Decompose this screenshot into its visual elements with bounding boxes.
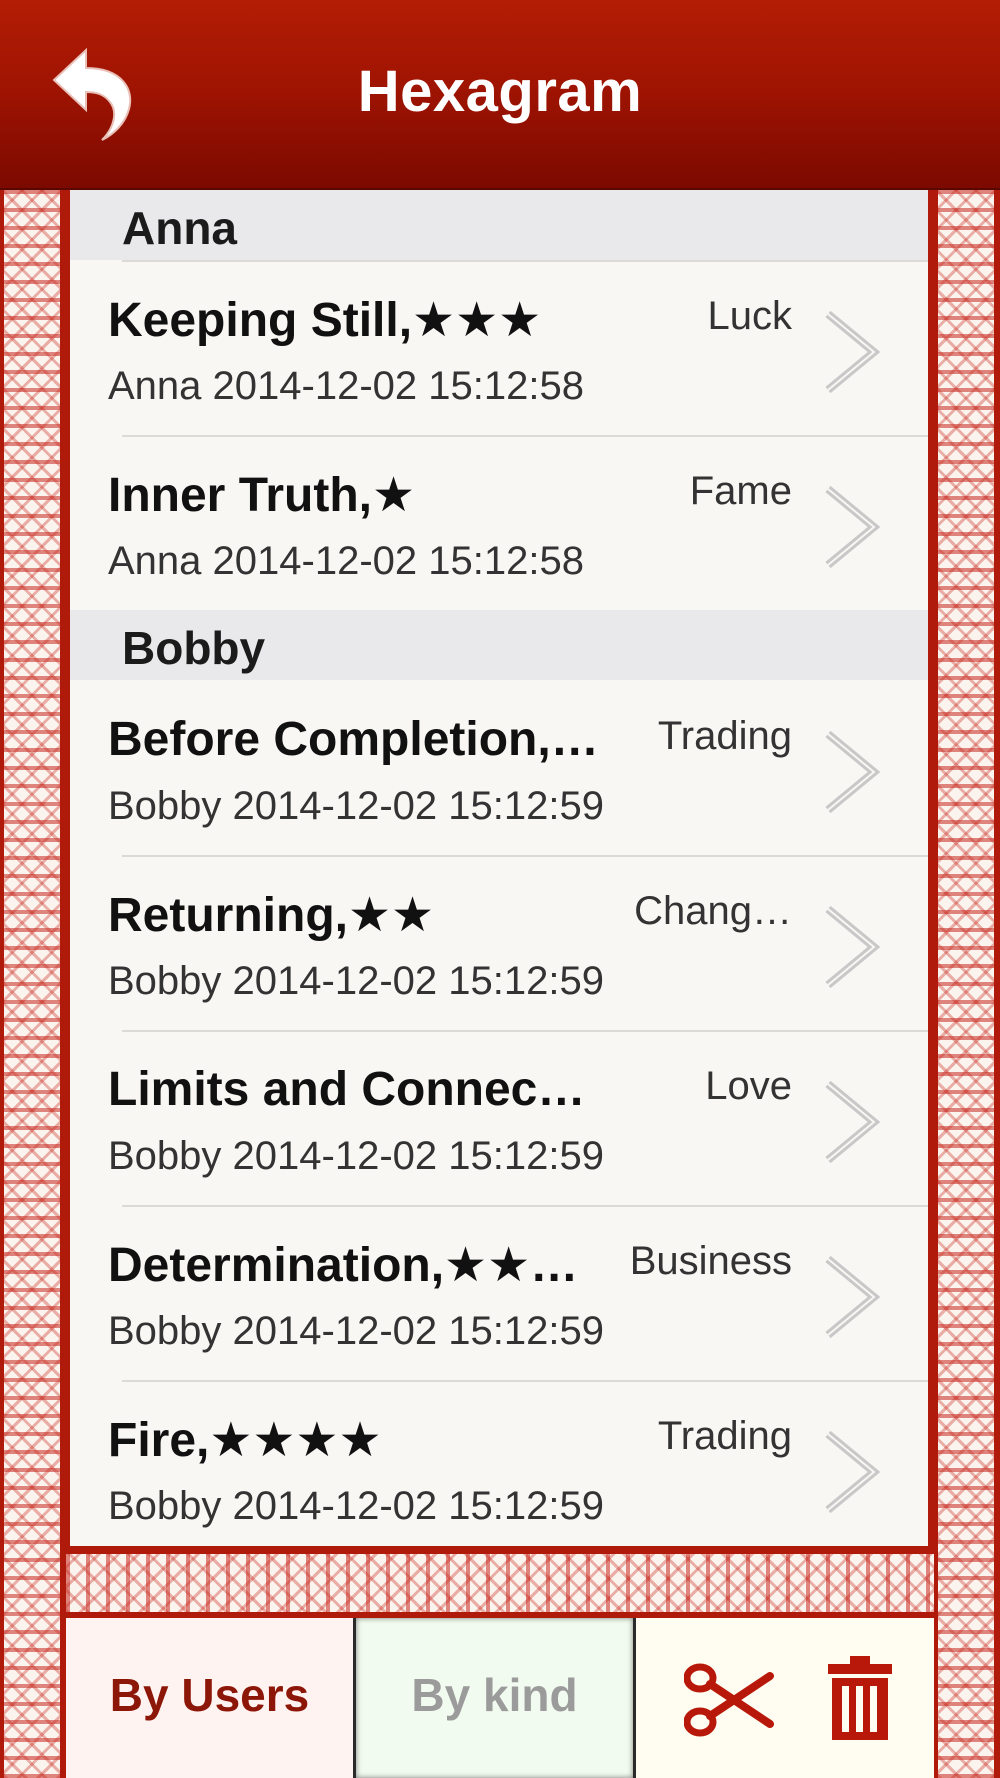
item-kind: Trading [657,714,792,758]
item-subtitle: Anna 2014-12-02 15:12:58 [108,539,584,583]
section-title: Bobby [122,622,266,674]
list-item[interactable]: Inner Truth,★ Anna 2014-12-02 15:12:58 F… [70,435,928,610]
chevron-right-icon [825,485,880,569]
section-header-anna: Anna [70,190,928,260]
chevron-right-icon [825,905,880,989]
chevron-right-icon [825,1255,880,1339]
item-title: Determination,★★… [108,1239,579,1292]
section-title: Anna [122,202,237,254]
action-buttons [636,1618,934,1778]
item-title: Returning,★★ [108,889,435,942]
item-subtitle: Bobby 2014-12-02 15:12:59 [108,959,604,1003]
bottom-toolbar: By Users By kind [66,1618,934,1778]
chevron-right-icon [825,1080,880,1164]
navigation-bar: Hexagram [0,0,1000,190]
section-header-bobby: Bobby [70,610,928,680]
list-item[interactable]: Fire,★★★★ Bobby 2014-12-02 15:12:59 Trad… [70,1380,928,1546]
by-users-label: By Users [109,1669,310,1721]
item-kind: Luck [707,294,793,338]
decorative-border-left [0,190,66,1778]
trash-icon[interactable] [826,1654,894,1742]
item-title: Inner Truth,★ [108,469,416,522]
item-subtitle: Bobby 2014-12-02 15:12:59 [108,1484,604,1528]
chevron-right-icon [825,730,880,814]
scissors-icon[interactable] [684,1662,774,1738]
item-kind: Chang… [634,889,792,933]
item-kind: Business [629,1239,792,1283]
history-list[interactable]: Anna Keeping Still,★★★ Anna 2014-12-02 1… [70,190,928,1546]
list-item[interactable]: Returning,★★ Bobby 2014-12-02 15:12:59 C… [70,855,928,1030]
chevron-right-icon [825,310,880,394]
item-subtitle: Bobby 2014-12-02 15:12:59 [108,1134,604,1178]
item-kind: Trading [657,1414,792,1458]
item-title: Before Completion,… [108,713,599,766]
by-kind-label: By kind [411,1669,578,1721]
item-subtitle: Anna 2014-12-02 15:12:58 [108,364,584,408]
item-title: Keeping Still,★★★ [108,294,542,347]
item-kind: Fame [689,469,792,513]
item-subtitle: Bobby 2014-12-02 15:12:59 [108,784,604,828]
decorative-border-right [934,190,1000,1778]
by-users-tab[interactable]: By Users [66,1618,356,1778]
item-title: Fire,★★★★ [108,1414,382,1467]
item-title: Limits and Connec… [108,1063,586,1116]
item-subtitle: Bobby 2014-12-02 15:12:59 [108,1309,604,1353]
list-item[interactable]: Keeping Still,★★★ Anna 2014-12-02 15:12:… [70,260,928,435]
by-kind-tab[interactable]: By kind [356,1618,636,1778]
list-item[interactable]: Before Completion,… Bobby 2014-12-02 15:… [70,680,928,855]
list-item[interactable]: Limits and Connec… Bobby 2014-12-02 15:1… [70,1030,928,1205]
chevron-right-icon [825,1430,880,1514]
page-title: Hexagram [357,59,643,124]
decorative-border-bottom [66,1548,934,1618]
list-item[interactable]: Determination,★★… Bobby 2014-12-02 15:12… [70,1205,928,1380]
item-kind: Love [705,1064,792,1108]
